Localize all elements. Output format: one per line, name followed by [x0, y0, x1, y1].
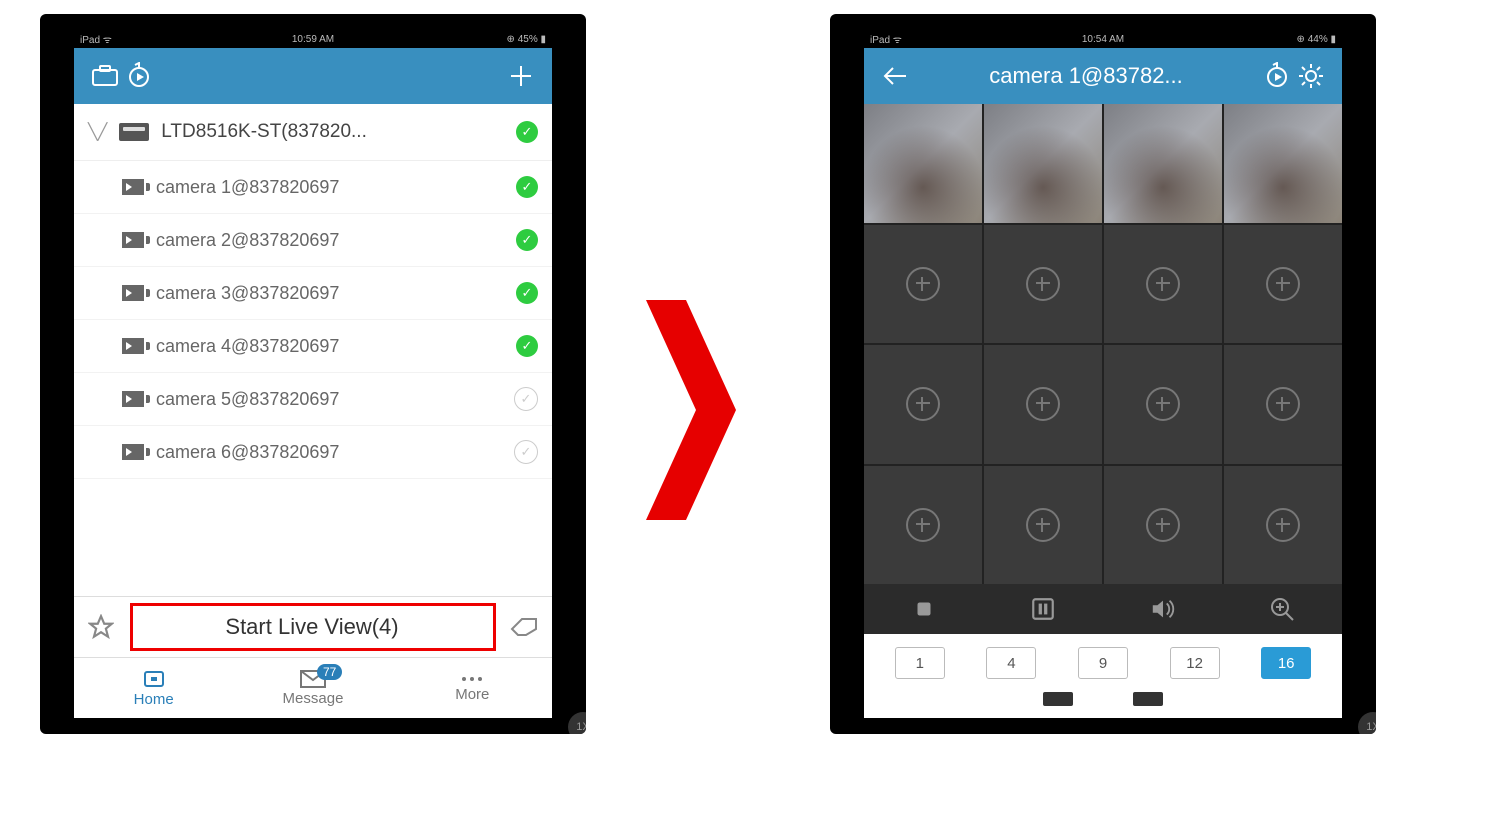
chevron-down-icon: ╲╱ [88, 122, 107, 142]
nvr-icon [119, 123, 149, 141]
tablet-right: iPad ᯤ 10:54 AM ⊕ 44% ▮ camera 1@83782..… [830, 14, 1376, 734]
audio-button[interactable] [1150, 596, 1176, 622]
tab-more[interactable]: More [393, 658, 552, 718]
action-bar: Start Live View(4) [74, 596, 552, 657]
pause-button[interactable] [1030, 596, 1056, 622]
playback-icon[interactable] [122, 59, 156, 93]
camera-feed[interactable] [984, 104, 1102, 223]
playback-icon[interactable] [1260, 59, 1294, 93]
status-time: 10:59 AM [74, 34, 552, 45]
status-left: iPad ᯤ [80, 32, 112, 46]
toolbox-icon[interactable] [88, 59, 122, 93]
camera-icon [122, 338, 144, 354]
check-icon[interactable]: ✓ [514, 387, 538, 411]
status-right: ⊕ 45% ▮ [507, 34, 546, 45]
stop-button[interactable] [911, 596, 937, 622]
bottom-block-icon[interactable] [1043, 692, 1073, 706]
camera-grid [864, 104, 1342, 584]
add-feed-slot[interactable] [1104, 225, 1222, 344]
add-feed-slot[interactable] [864, 225, 982, 344]
screen-left: iPad ᯤ 10:59 AM ⊕ 45% ▮ ╲╱ [74, 30, 552, 718]
zoom-button[interactable] [1269, 596, 1295, 622]
camera-name: camera 1@837820697 [156, 177, 504, 198]
check-icon[interactable]: ✓ [516, 121, 538, 143]
camera-feed[interactable] [864, 104, 982, 223]
screen-right: iPad ᯤ 10:54 AM ⊕ 44% ▮ camera 1@83782..… [864, 30, 1342, 718]
layout-button-12[interactable]: 12 [1170, 647, 1220, 679]
device-name: LTD8516K-ST(837820... [161, 121, 504, 143]
check-icon[interactable]: ✓ [516, 229, 538, 251]
camera-row[interactable]: camera 3@837820697 ✓ [74, 267, 552, 320]
add-feed-slot[interactable] [984, 466, 1102, 585]
zoom-indicator: 1X [1358, 712, 1376, 734]
camera-name: camera 4@837820697 [156, 336, 504, 357]
start-live-view-button[interactable]: Start Live View(4) [124, 614, 500, 640]
header [74, 48, 552, 104]
check-icon[interactable]: ✓ [514, 440, 538, 464]
layout-bar: 1 4 9 12 16 [864, 634, 1342, 692]
camera-name: camera 3@837820697 [156, 283, 504, 304]
message-badge: 77 [317, 664, 342, 680]
camera-row[interactable]: camera 2@837820697 ✓ [74, 214, 552, 267]
camera-name: camera 5@837820697 [156, 389, 502, 410]
camera-icon [122, 285, 144, 301]
tab-message[interactable]: 77 Message [233, 658, 392, 718]
device-list: ╲╱ LTD8516K-ST(837820... ✓ camera 1@8378… [74, 104, 552, 596]
camera-row[interactable]: camera 5@837820697 ✓ [74, 373, 552, 426]
erase-button[interactable] [510, 617, 538, 637]
status-time: 10:54 AM [864, 34, 1342, 45]
camera-row[interactable]: camera 6@837820697 ✓ [74, 426, 552, 479]
back-button[interactable] [878, 59, 912, 93]
add-feed-slot[interactable] [984, 345, 1102, 464]
layout-button-1[interactable]: 1 [895, 647, 945, 679]
camera-row[interactable]: camera 4@837820697 ✓ [74, 320, 552, 373]
header: camera 1@83782... [864, 48, 1342, 104]
arrow-right-icon [626, 300, 746, 520]
tab-message-label: Message [283, 690, 344, 707]
add-icon[interactable] [504, 59, 538, 93]
live-view [864, 104, 1342, 634]
device-row[interactable]: ╲╱ LTD8516K-ST(837820... ✓ [74, 104, 552, 161]
camera-icon [122, 179, 144, 195]
add-feed-slot[interactable] [864, 466, 982, 585]
camera-icon [122, 391, 144, 407]
bottom-extra [864, 692, 1342, 718]
add-feed-slot[interactable] [1104, 345, 1222, 464]
camera-icon [122, 232, 144, 248]
camera-name: camera 2@837820697 [156, 230, 504, 251]
status-right: ⊕ 44% ▮ [1297, 34, 1336, 45]
add-feed-slot[interactable] [984, 225, 1102, 344]
gear-icon[interactable] [1294, 59, 1328, 93]
zoom-indicator: 1X [568, 712, 586, 734]
camera-name: camera 6@837820697 [156, 442, 502, 463]
bottom-block-icon[interactable] [1133, 692, 1163, 706]
camera-feed[interactable] [1224, 104, 1342, 223]
layout-button-4[interactable]: 4 [986, 647, 1036, 679]
add-feed-slot[interactable] [1224, 466, 1342, 585]
camera-feed[interactable] [1104, 104, 1222, 223]
add-feed-slot[interactable] [1104, 466, 1222, 585]
check-icon[interactable]: ✓ [516, 335, 538, 357]
tab-more-label: More [455, 686, 489, 703]
camera-row[interactable]: camera 1@837820697 ✓ [74, 161, 552, 214]
check-icon[interactable]: ✓ [516, 176, 538, 198]
status-bar: iPad ᯤ 10:59 AM ⊕ 45% ▮ [74, 30, 552, 48]
tab-home[interactable]: Home [74, 658, 233, 718]
status-bar: iPad ᯤ 10:54 AM ⊕ 44% ▮ [864, 30, 1342, 48]
add-feed-slot[interactable] [1224, 345, 1342, 464]
page-title: camera 1@83782... [912, 63, 1260, 89]
favorite-button[interactable] [88, 614, 114, 640]
tab-bar: Home 77 Message More [74, 657, 552, 718]
add-feed-slot[interactable] [864, 345, 982, 464]
layout-button-16[interactable]: 16 [1261, 647, 1311, 679]
status-left: iPad ᯤ [870, 32, 902, 46]
camera-icon [122, 444, 144, 460]
add-feed-slot[interactable] [1224, 225, 1342, 344]
tab-home-label: Home [134, 691, 174, 708]
tablet-left: iPad ᯤ 10:59 AM ⊕ 45% ▮ ╲╱ [40, 14, 586, 734]
layout-button-9[interactable]: 9 [1078, 647, 1128, 679]
check-icon[interactable]: ✓ [516, 282, 538, 304]
toolbar [864, 584, 1342, 634]
